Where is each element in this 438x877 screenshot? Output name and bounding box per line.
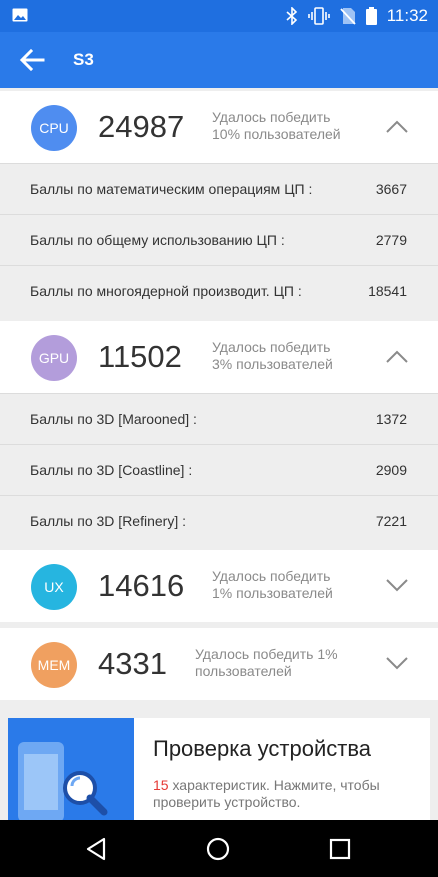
gpu-badge-label: GPU (38, 350, 70, 366)
device-check-count: 15 (153, 777, 169, 793)
detail-label: Баллы по 3D [Coastline] : (30, 462, 193, 478)
no-sim-icon (340, 8, 356, 25)
cpu-beat-line1: Удалось победить (212, 109, 331, 125)
detail-value: 7221 (375, 513, 407, 529)
detail-value: 3667 (375, 181, 407, 197)
gpu-beat-text: Удалось победить 3% пользователей (212, 339, 372, 373)
mem-score: 4331 (98, 646, 167, 681)
battery-icon (365, 7, 377, 25)
gpu-section-header[interactable]: GPU 11502 Удалось победить 3% пользовате… (0, 321, 438, 393)
detail-label: Баллы по 3D [Refinery] : (30, 513, 186, 529)
phone-search-icon (18, 742, 108, 820)
device-check-card[interactable]: Проверка устройства 15 характеристик. На… (8, 718, 430, 820)
mem-section-header[interactable]: MEM 4331 Удалось победить 1% пользовател… (0, 628, 438, 700)
detail-label: Баллы по математическим операциям ЦП : (30, 181, 313, 197)
ux-beat-line2: 1% пользователей (212, 585, 333, 601)
vibrate-icon (307, 7, 330, 25)
gpu-score: 11502 (98, 339, 182, 374)
cpu-detail-row: Баллы по математическим операциям ЦП : 3… (0, 163, 438, 213)
detail-value: 1372 (375, 411, 407, 427)
cpu-beat-line2: 10% пользователей (212, 126, 341, 142)
detail-value: 2909 (375, 462, 407, 478)
mem-beat-text: Удалось победить 1% пользователей (195, 646, 355, 680)
detail-label: Баллы по 3D [Marooned] : (30, 411, 197, 427)
gpu-detail-row: Баллы по 3D [Marooned] : 1372 (0, 393, 438, 443)
device-check-illustration (8, 718, 134, 820)
mem-beat-line1: Удалось победить 1% (195, 646, 338, 662)
chevron-down-icon[interactable] (386, 578, 408, 592)
cpu-detail-row: Баллы по многоядерной производит. ЦП : 1… (0, 265, 438, 315)
ux-beat-line1: Удалось победить (212, 568, 331, 584)
mem-badge: MEM (31, 642, 77, 688)
gpu-detail-row: Баллы по 3D [Coastline] : 2909 (0, 444, 438, 494)
detail-label: Баллы по многоядерной производит. ЦП : (30, 283, 302, 299)
system-nav-bar (0, 820, 438, 877)
device-check-text: характеристик. Нажмите, чтобы проверить … (153, 777, 380, 810)
cpu-detail-row: Баллы по общему использованию ЦП : 2779 (0, 214, 438, 264)
app-bar: S3 (0, 32, 438, 88)
gpu-badge: GPU (31, 335, 77, 381)
device-check-title: Проверка устройства (153, 736, 371, 761)
cpu-section-header[interactable]: CPU 24987 Удалось победить 10% пользоват… (0, 91, 438, 163)
detail-value: 2779 (375, 232, 407, 248)
detail-label: Баллы по общему использованию ЦП : (30, 232, 285, 248)
mem-badge-label: MEM (37, 657, 71, 673)
gpu-beat-line1: Удалось победить (212, 339, 331, 355)
ux-beat-text: Удалось победить 1% пользователей (212, 568, 372, 602)
chevron-up-icon[interactable] (386, 349, 408, 363)
image-icon (12, 8, 28, 22)
ux-section-header[interactable]: UX 14616 Удалось победить 1% пользовател… (0, 550, 438, 622)
status-bar: 11:32 (0, 0, 438, 32)
cpu-badge: CPU (31, 105, 77, 151)
ux-score: 14616 (98, 568, 185, 603)
cpu-badge-label: CPU (39, 120, 69, 136)
gpu-detail-row: Баллы по 3D [Refinery] : 7221 (0, 495, 438, 545)
bluetooth-icon (286, 7, 297, 25)
detail-value: 18541 (368, 283, 407, 299)
nav-home-icon[interactable] (205, 836, 231, 862)
nav-recents-icon[interactable] (327, 836, 353, 862)
back-arrow-icon[interactable] (18, 46, 46, 74)
nav-back-icon[interactable] (84, 836, 110, 862)
chevron-up-icon[interactable] (386, 119, 408, 133)
cpu-score: 24987 (98, 109, 185, 144)
clock: 11:32 (386, 6, 428, 25)
device-check-description: 15 характеристик. Нажмите, чтобы провери… (153, 777, 418, 811)
ux-badge-label: UX (44, 579, 64, 595)
mem-beat-line2: пользователей (195, 663, 292, 679)
page-title: S3 (73, 50, 94, 69)
chevron-down-icon[interactable] (386, 656, 408, 670)
cpu-beat-text: Удалось победить 10% пользователей (212, 109, 372, 143)
gpu-beat-line2: 3% пользователей (212, 356, 333, 372)
ux-badge: UX (31, 564, 77, 610)
